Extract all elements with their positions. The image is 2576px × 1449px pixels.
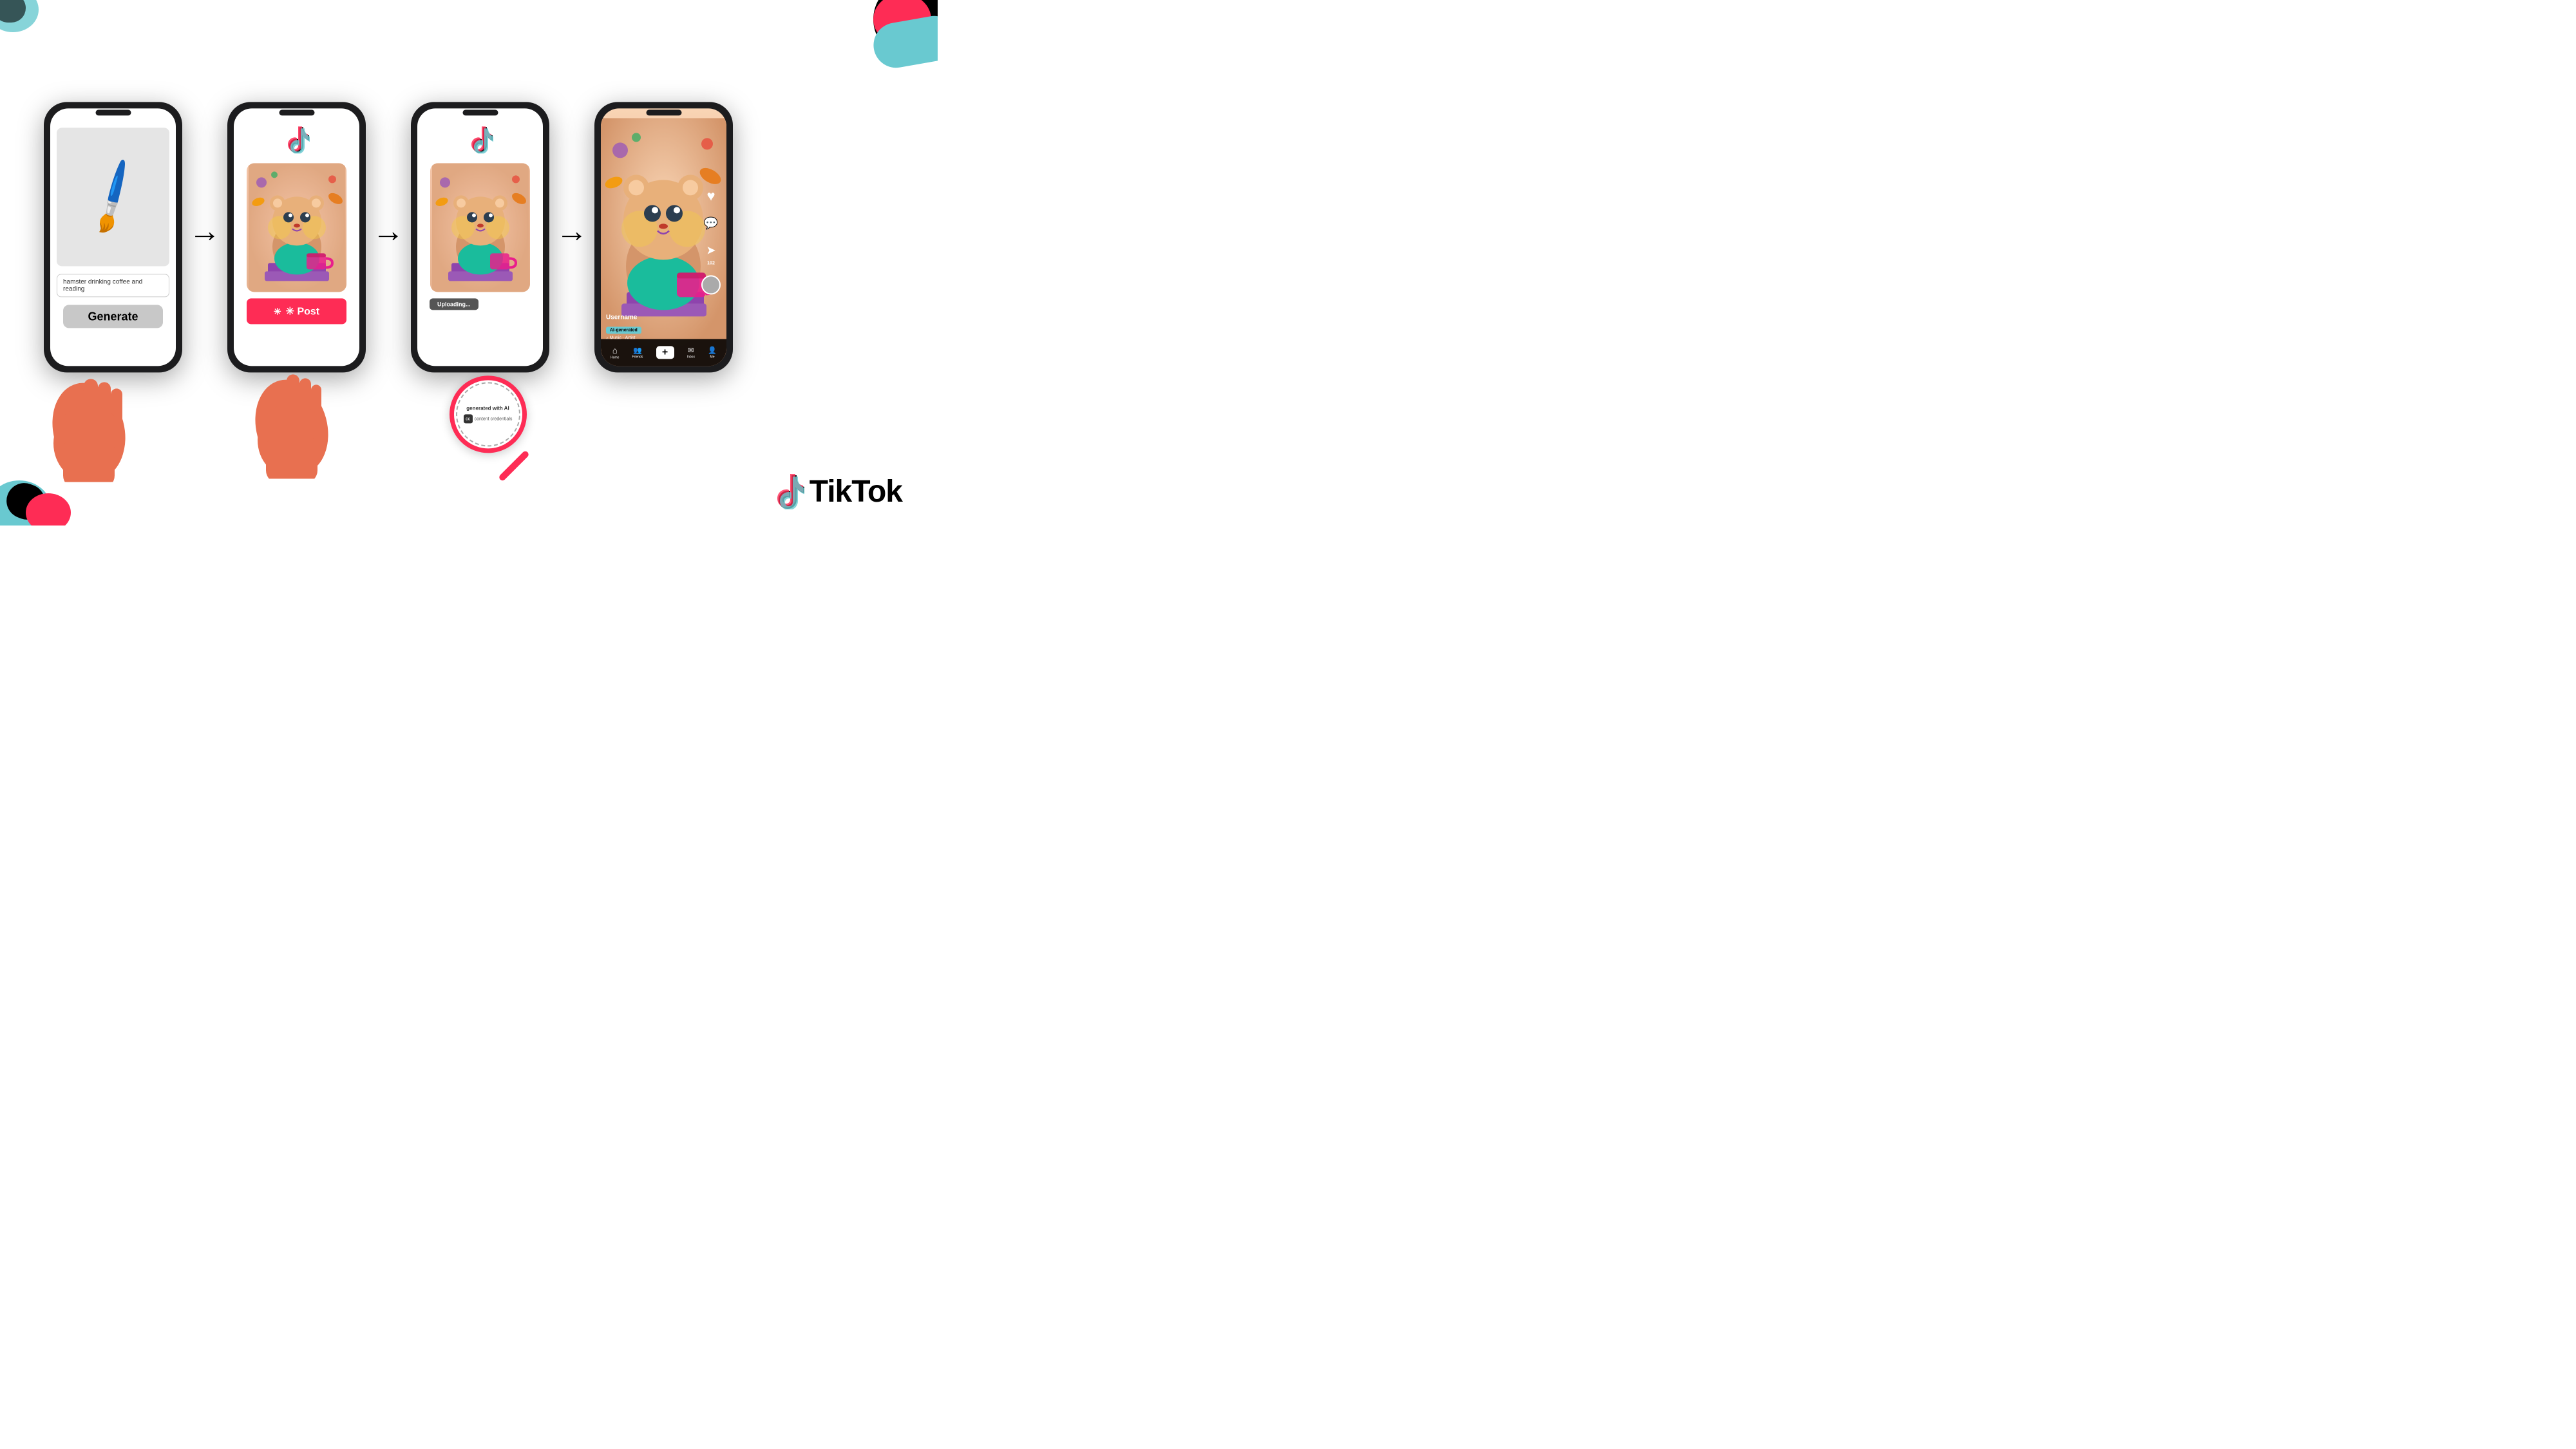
comment-button[interactable]: 💬 bbox=[701, 213, 721, 233]
content-credentials: cc content credentials bbox=[464, 414, 513, 423]
phone-screen-4: ♥ 💬 ➤ 102 Username bbox=[601, 108, 726, 366]
magnifier-handle bbox=[498, 450, 529, 482]
phone-notch-3 bbox=[462, 109, 498, 115]
username-label: Username bbox=[606, 314, 697, 321]
like-button[interactable]: ♥ bbox=[701, 185, 721, 206]
nav-plus-button[interactable]: + bbox=[656, 346, 674, 359]
phone-notch-2 bbox=[279, 109, 314, 115]
arrow-1: → bbox=[189, 212, 221, 301]
phone-notch-4 bbox=[646, 109, 681, 115]
tiktok-icon-phone2 bbox=[284, 126, 310, 153]
magnifier-container: generated with AI cc content credentials bbox=[450, 375, 527, 485]
phone-wrapper-4: ♥ 💬 ➤ 102 Username bbox=[594, 102, 733, 372]
phone-wrapper-1: 🖌️ hamster drinking coffee and reading G… bbox=[44, 102, 182, 372]
post-label: ✳ Post bbox=[286, 305, 320, 317]
phone-notch-1 bbox=[95, 109, 131, 115]
nav-friends[interactable]: 👥 Friends bbox=[632, 346, 643, 359]
nav-home[interactable]: ⌂ Home bbox=[611, 345, 619, 359]
arrow-2: → bbox=[372, 212, 404, 301]
phone-1: 🖌️ hamster drinking coffee and reading G… bbox=[44, 102, 182, 372]
phone-3: Uploading... bbox=[411, 102, 549, 372]
post-star-icon: ✳ bbox=[274, 306, 281, 317]
share-button[interactable]: ➤ 102 bbox=[701, 240, 721, 265]
paintbrush-icon: 🖌️ bbox=[72, 158, 153, 235]
nav-inbox[interactable]: ✉ Inbox bbox=[687, 346, 695, 359]
tiktok-icon-phone3 bbox=[468, 126, 493, 153]
bottom-overlay: Username AI-generated ♪ Music · Artist bbox=[606, 314, 697, 340]
generate-button[interactable]: Generate bbox=[63, 305, 163, 328]
uploading-label: Uploading... bbox=[430, 298, 478, 310]
phone-screen-1: 🖌️ hamster drinking coffee and reading G… bbox=[50, 108, 176, 366]
corner-top-left bbox=[0, 0, 64, 39]
arrow-3: → bbox=[556, 212, 588, 301]
bottom-nav: ⌂ Home 👥 Friends + ✉ Inbox 👤 Me bbox=[601, 339, 726, 366]
right-actions: ♥ 💬 ➤ 102 bbox=[701, 185, 721, 294]
magnifier-glass: generated with AI cc content credentials bbox=[450, 375, 527, 453]
phone-wrapper-2: ✳ ✳ Post bbox=[227, 102, 366, 372]
phone-4: ♥ 💬 ➤ 102 Username bbox=[594, 102, 733, 372]
phone-2: ✳ ✳ Post bbox=[227, 102, 366, 372]
tiktok-text: TikTok bbox=[810, 474, 902, 509]
share-count: 102 bbox=[707, 261, 715, 265]
post-button[interactable]: ✳ ✳ Post bbox=[247, 298, 346, 324]
nav-me[interactable]: 👤 Me bbox=[708, 346, 717, 359]
ai-badge: AI-generated bbox=[606, 327, 641, 334]
hand-pointer-1 bbox=[31, 366, 147, 469]
tiktok-logo: TikTok bbox=[772, 474, 902, 509]
hamster-image-card-2 bbox=[247, 163, 346, 292]
ai-canvas: 🖌️ bbox=[57, 128, 169, 266]
hamster-image-card-3 bbox=[430, 163, 530, 292]
phone-screen-3: Uploading... bbox=[417, 108, 543, 366]
phone-wrapper-3: Uploading... generated with AI cc conten… bbox=[411, 102, 549, 372]
record-avatar bbox=[701, 275, 721, 294]
corner-bottom-left bbox=[0, 455, 97, 526]
phone-screen-2: ✳ ✳ Post bbox=[234, 108, 359, 366]
generated-with-ai-text: generated with AI bbox=[466, 405, 509, 411]
prompt-input[interactable]: hamster drinking coffee and reading bbox=[57, 274, 169, 297]
hand-pointer-2 bbox=[234, 363, 350, 466]
main-flow: 🖌️ hamster drinking coffee and reading G… bbox=[44, 102, 894, 411]
